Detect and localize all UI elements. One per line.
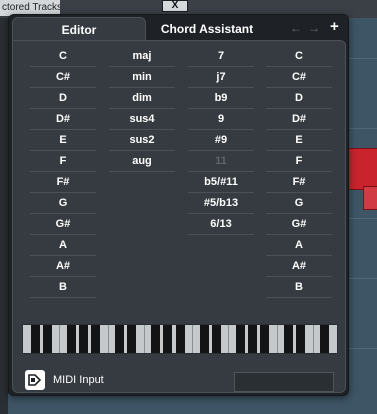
white-key-divider — [107, 325, 109, 353]
tension-column: 7 j7 b9 9 #9 11 b5/#11 #5/b13 6/13 — [188, 47, 254, 236]
chord-editor-popup: Editor Chord Assistant ← → + C C# D D# E F F# G… — [8, 14, 349, 396]
editor-panel: C C# D D# E F F# G G# A A# B maj min dim sus4 sus2 aug 7… — [12, 40, 346, 393]
tension-button[interactable]: 6/13 — [188, 215, 254, 235]
bass-note-button[interactable]: A# — [266, 257, 332, 277]
black-key[interactable] — [163, 325, 173, 353]
midi-input-icon[interactable] — [25, 370, 45, 390]
tension-button[interactable]: #5/b13 — [188, 194, 254, 214]
root-note-button[interactable]: F# — [30, 173, 96, 193]
white-key-divider — [312, 325, 314, 353]
chord-quality-button[interactable]: maj — [109, 47, 175, 67]
chord-quality-button[interactable]: sus4 — [109, 110, 175, 130]
black-key[interactable] — [260, 325, 269, 353]
tension-button[interactable]: 7 — [188, 47, 254, 67]
event-display-bottom — [8, 394, 344, 414]
bass-note-button[interactable]: F — [266, 152, 332, 172]
midi-input-label: MIDI Input — [53, 374, 104, 386]
black-key[interactable] — [248, 325, 257, 353]
chord-quality-button[interactable]: dim — [109, 89, 175, 109]
tab-editor[interactable]: Editor — [12, 17, 146, 42]
bass-note-button[interactable]: A — [266, 236, 332, 256]
black-key[interactable] — [211, 325, 221, 353]
close-icon[interactable]: X — [162, 0, 188, 12]
white-key-divider — [59, 325, 61, 353]
tension-button[interactable]: b5/#11 — [188, 173, 254, 193]
root-note-button[interactable]: A — [30, 236, 96, 256]
black-key[interactable] — [235, 325, 245, 353]
black-key[interactable] — [199, 325, 209, 353]
bass-note-button[interactable]: B — [266, 278, 332, 298]
black-key[interactable] — [66, 325, 76, 353]
root-note-button[interactable]: C — [30, 47, 96, 67]
chord-quality-button[interactable]: sus2 — [109, 131, 175, 151]
root-note-button[interactable]: C# — [30, 68, 96, 88]
black-key[interactable] — [115, 325, 125, 353]
root-note-button[interactable]: A# — [30, 257, 96, 277]
chord-quality-button[interactable]: min — [109, 68, 175, 88]
arrow-right-icon[interactable]: → — [308, 18, 320, 38]
chord-quality-column: maj min dim sus4 sus2 aug — [109, 47, 175, 173]
black-key[interactable] — [175, 325, 185, 353]
tension-button[interactable]: 9 — [188, 110, 254, 130]
black-key[interactable] — [91, 325, 100, 353]
bass-note-button[interactable]: D# — [266, 110, 332, 130]
root-note-button[interactable]: G — [30, 194, 96, 214]
black-key[interactable] — [284, 325, 294, 353]
bass-note-button[interactable]: C — [266, 47, 332, 67]
tension-button[interactable]: b9 — [188, 89, 254, 109]
white-key-divider — [192, 325, 194, 353]
tension-button: 11 — [188, 152, 254, 172]
tab-chord-assistant[interactable]: Chord Assistant — [147, 17, 267, 41]
bass-note-button[interactable]: C# — [266, 68, 332, 88]
black-key[interactable] — [296, 325, 306, 353]
black-key[interactable] — [42, 325, 52, 353]
white-key-divider — [276, 325, 278, 353]
black-key[interactable] — [127, 325, 137, 353]
black-key[interactable] — [151, 325, 161, 353]
root-note-button[interactable]: D# — [30, 110, 96, 130]
bass-note-button[interactable]: G# — [266, 215, 332, 235]
midi-input-field[interactable] — [234, 372, 334, 392]
midi-event[interactable] — [346, 148, 377, 190]
root-note-button[interactable]: D — [30, 89, 96, 109]
bass-note-button[interactable]: G — [266, 194, 332, 214]
black-key[interactable] — [78, 325, 88, 353]
root-note-button[interactable]: F — [30, 152, 96, 172]
tension-button[interactable]: #9 — [188, 131, 254, 151]
root-note-button[interactable]: E — [30, 131, 96, 151]
black-key[interactable] — [30, 325, 40, 353]
bass-note-button[interactable]: F# — [266, 173, 332, 193]
black-key[interactable] — [320, 325, 330, 353]
chord-navigation: ← → — [290, 18, 320, 38]
white-key-divider — [143, 325, 145, 353]
root-note-button[interactable]: B — [30, 278, 96, 298]
white-key-divider — [228, 325, 230, 353]
root-note-button[interactable]: G# — [30, 215, 96, 235]
bass-note-column: C C# D D# E F F# G G# A A# B — [266, 47, 332, 299]
tension-button[interactable]: j7 — [188, 68, 254, 88]
add-chord-icon[interactable]: + — [330, 17, 339, 37]
bass-note-button[interactable]: E — [266, 131, 332, 151]
bass-note-button[interactable]: D — [266, 89, 332, 109]
track-list-edge — [0, 18, 8, 414]
chord-quality-button[interactable]: aug — [109, 152, 175, 172]
arrow-left-icon[interactable]: ← — [290, 18, 302, 38]
root-note-column: C C# D D# E F F# G G# A A# B — [30, 47, 96, 299]
midi-event[interactable] — [363, 186, 377, 210]
piano-keyboard[interactable] — [22, 324, 338, 354]
